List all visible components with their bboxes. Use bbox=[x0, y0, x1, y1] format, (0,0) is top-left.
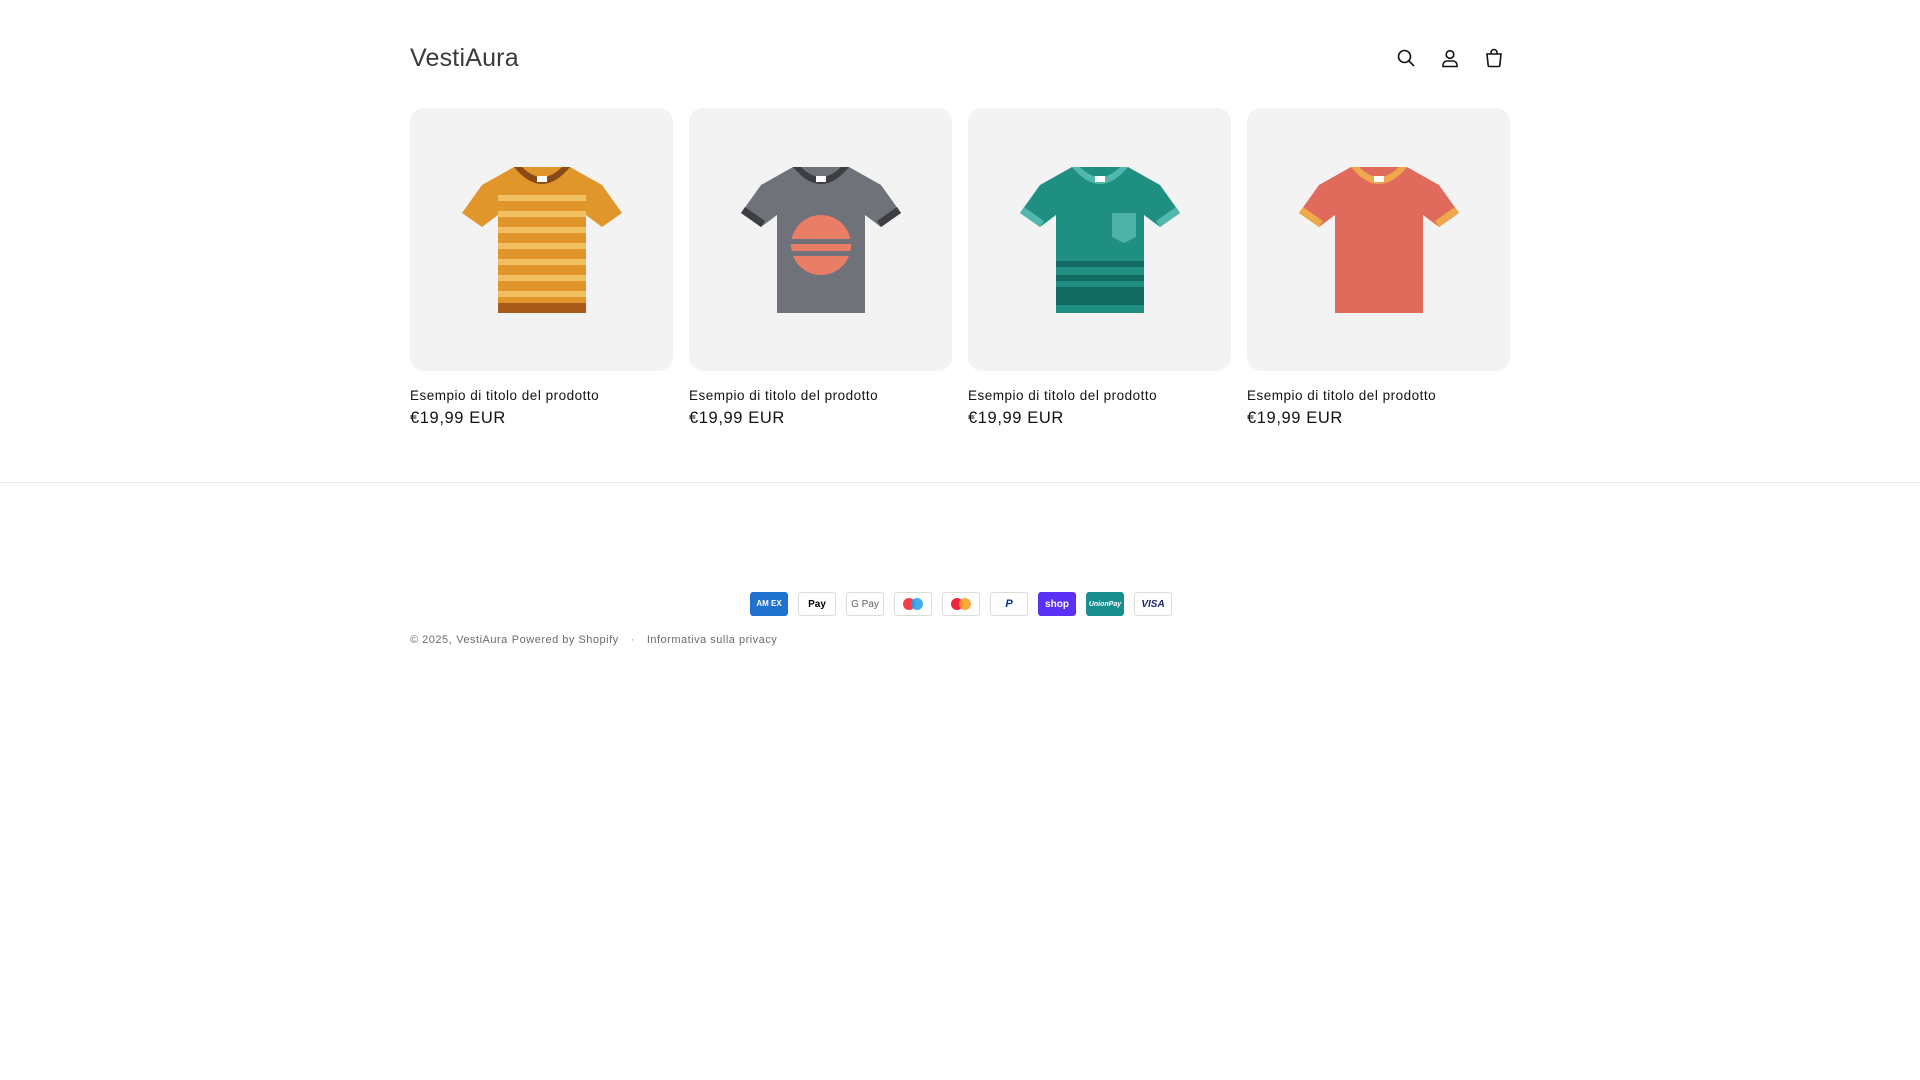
product-price: €19,99 EUR bbox=[968, 409, 1064, 427]
product-title[interactable]: Esempio di titolo del prodotto bbox=[968, 388, 1231, 403]
footer-separator: · bbox=[630, 634, 635, 646]
mastercard-icon bbox=[942, 592, 980, 616]
product-grid: Esempio di titolo del prodotto €19,99 EU… bbox=[410, 108, 1511, 428]
product-image[interactable] bbox=[410, 108, 673, 371]
product-card[interactable]: Esempio di titolo del prodotto €19,99 EU… bbox=[1247, 108, 1510, 428]
visa-icon: VISA bbox=[1134, 592, 1172, 616]
maestro-icon bbox=[894, 592, 932, 616]
product-image[interactable] bbox=[689, 108, 952, 371]
account-icon[interactable] bbox=[1434, 42, 1466, 74]
product-title[interactable]: Esempio di titolo del prodotto bbox=[1247, 388, 1510, 403]
striped-orange-tshirt-icon bbox=[461, 166, 622, 313]
gray-sunset-tshirt-icon bbox=[740, 166, 901, 313]
site-header: VestiAura bbox=[410, 30, 1510, 86]
apple-pay-icon: Pay bbox=[798, 592, 836, 616]
product-card[interactable]: Esempio di titolo del prodotto €19,99 EU… bbox=[968, 108, 1231, 428]
product-title[interactable]: Esempio di titolo del prodotto bbox=[689, 388, 952, 403]
header-icons bbox=[1390, 42, 1510, 74]
unionpay-icon: UnionPay bbox=[1086, 592, 1124, 616]
payment-icons: AM EX Pay G Pay P shop UnionPay VISA bbox=[750, 592, 1172, 616]
store-link[interactable]: VestiAura bbox=[456, 634, 508, 646]
product-price: €19,99 EUR bbox=[689, 409, 785, 427]
privacy-policy-link[interactable]: Informativa sulla privacy bbox=[647, 634, 778, 646]
teal-pocket-tshirt-icon bbox=[1019, 166, 1180, 313]
product-price: €19,99 EUR bbox=[410, 409, 506, 427]
footer-divider bbox=[0, 482, 1920, 483]
powered-by-link[interactable]: Powered by Shopify bbox=[512, 634, 619, 646]
product-title[interactable]: Esempio di titolo del prodotto bbox=[410, 388, 673, 403]
shop-pay-icon: shop bbox=[1038, 592, 1076, 616]
copyright-text: © 2025, bbox=[410, 634, 453, 646]
product-price: €19,99 EUR bbox=[1247, 409, 1343, 427]
store-logo[interactable]: VestiAura bbox=[410, 44, 519, 73]
search-icon[interactable] bbox=[1390, 42, 1422, 74]
product-card[interactable]: Esempio di titolo del prodotto €19,99 EU… bbox=[410, 108, 673, 428]
amex-icon: AM EX bbox=[750, 592, 788, 616]
cart-icon[interactable] bbox=[1478, 42, 1510, 74]
coral-ringer-tshirt-icon bbox=[1298, 166, 1459, 313]
product-image[interactable] bbox=[968, 108, 1231, 371]
paypal-icon: P bbox=[990, 592, 1028, 616]
footer-copyright: © 2025, VestiAura Powered by Shopify · I… bbox=[410, 634, 777, 646]
google-pay-icon: G Pay bbox=[846, 592, 884, 616]
product-image[interactable] bbox=[1247, 108, 1510, 371]
product-card[interactable]: Esempio di titolo del prodotto €19,99 EU… bbox=[689, 108, 952, 428]
